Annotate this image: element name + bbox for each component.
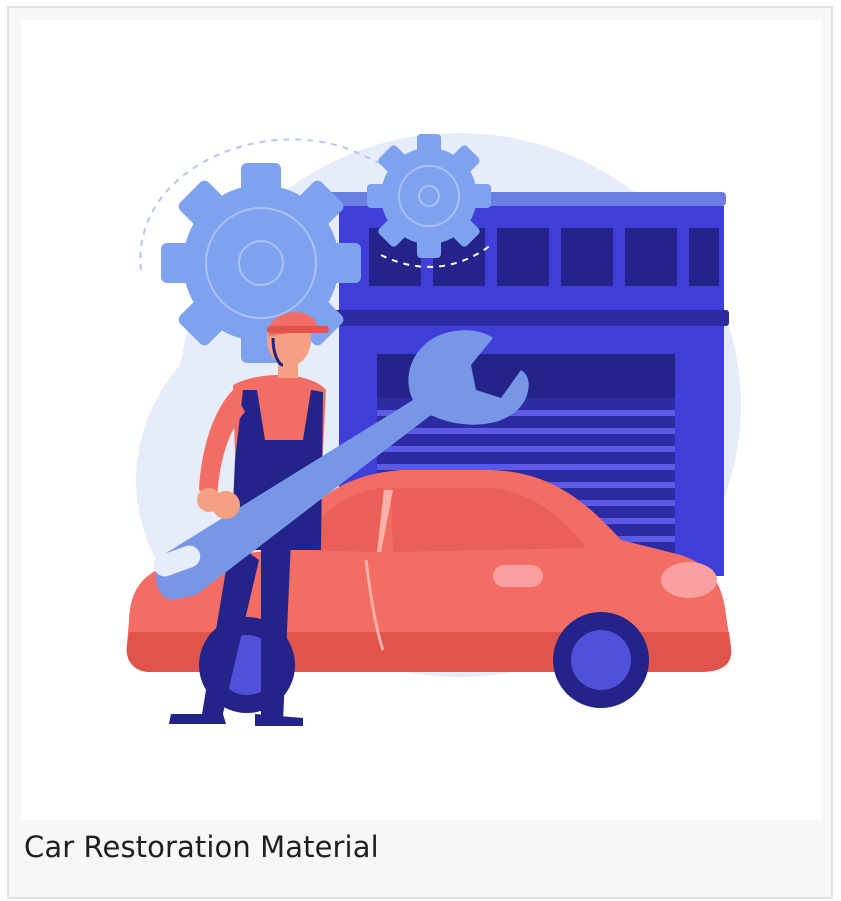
car-repair-illustration (126, 133, 741, 726)
image-card[interactable]: Car Restoration Material (7, 6, 833, 899)
card-image[interactable] (21, 20, 822, 820)
card-caption[interactable]: Car Restoration Material (24, 826, 379, 868)
